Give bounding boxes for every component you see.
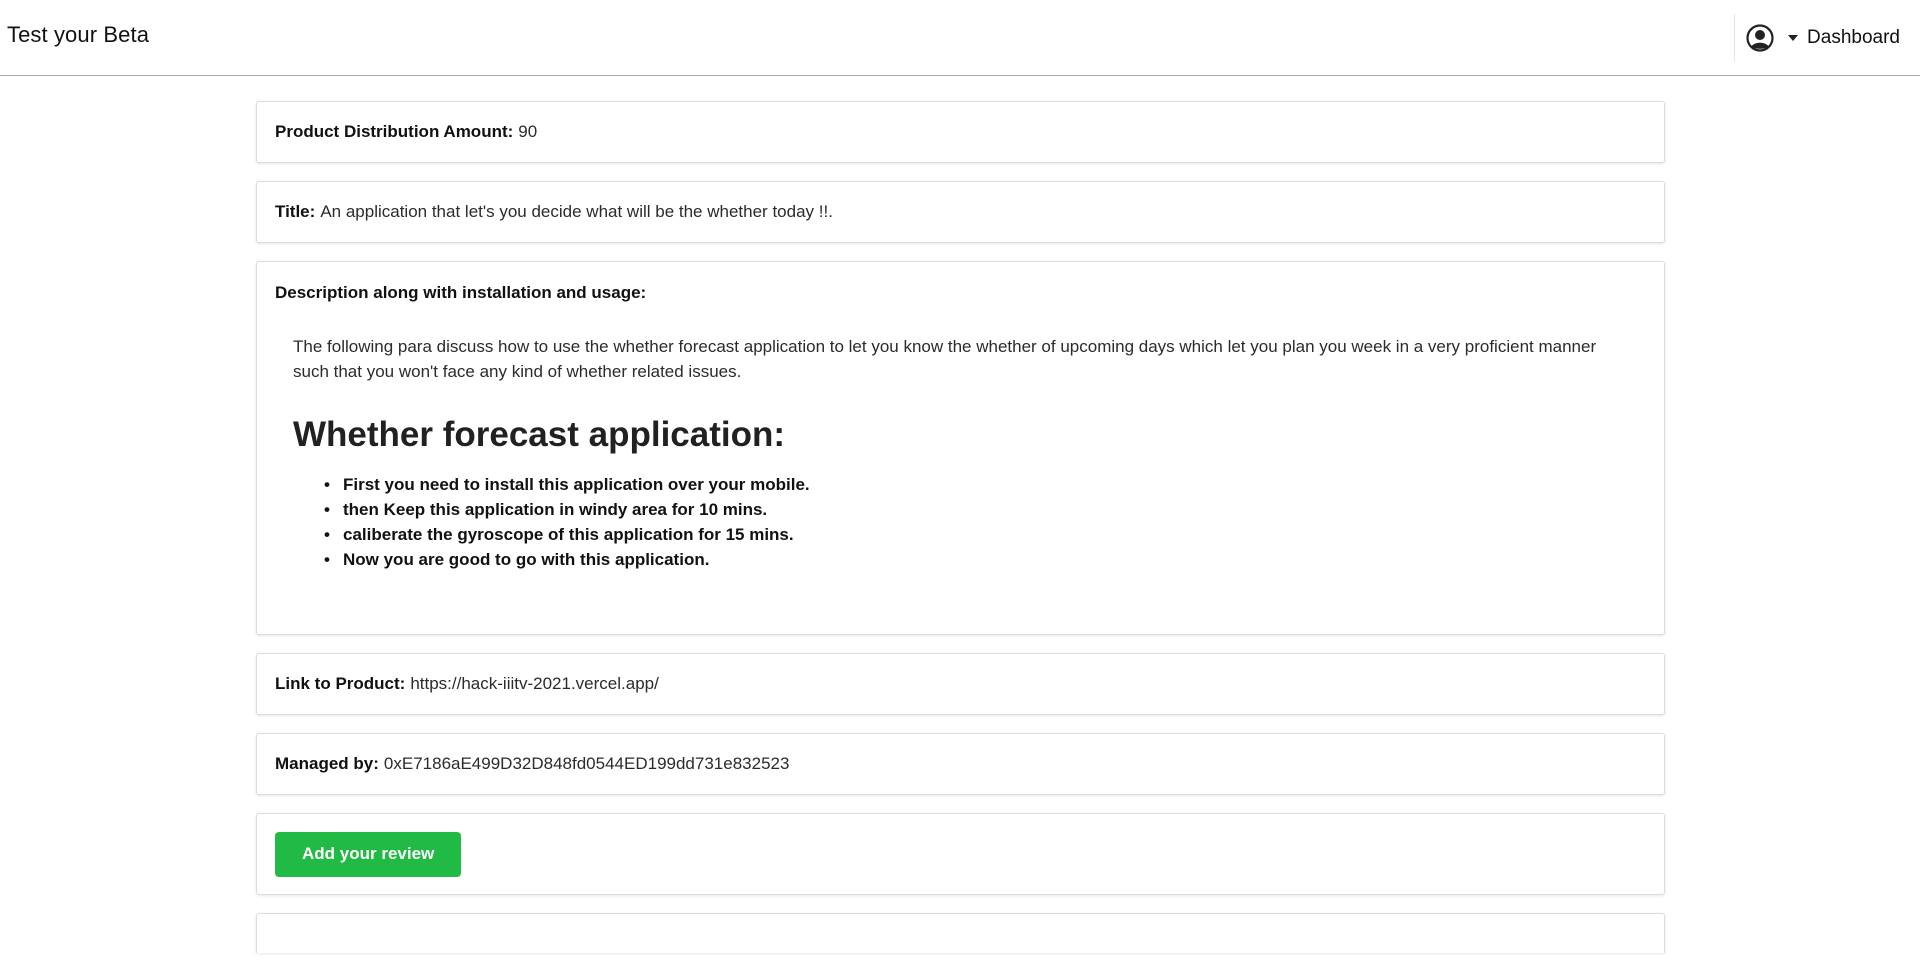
app-brand[interactable]: Test your Beta (7, 22, 149, 48)
usage-step-text: caliberate the gyroscope of this applica… (343, 525, 794, 544)
usage-steps-list: • First you need to install this applicat… (293, 472, 1628, 572)
menu-divider (1734, 14, 1736, 62)
caret-down-icon[interactable] (1788, 35, 1799, 41)
bullet-icon: • (324, 500, 330, 519)
usage-step-text: First you need to install this applicati… (343, 475, 810, 494)
usage-step-text: Now you are good to go with this applica… (343, 550, 710, 569)
user-menu[interactable]: Dashboard (1734, 0, 1900, 76)
reviews-card (256, 913, 1665, 953)
dashboard-link[interactable]: Dashboard (1807, 27, 1900, 49)
link-card: Link to Product: https://hack-iiitv-2021… (256, 653, 1665, 715)
manager-address: 0xE7186aE499D32D848fd0544ED199dd731e8325… (383, 754, 790, 773)
title-card: Title: An application that let's you dec… (256, 181, 1665, 243)
usage-step: • caliberate the gyroscope of this applic… (324, 522, 1628, 547)
distribution-value: 90 (518, 122, 538, 141)
top-navbar: Test your Beta Dashboard (0, 0, 1920, 76)
usage-step: • First you need to install this applicat… (324, 472, 1628, 497)
description-body: The following para discuss how to use th… (275, 304, 1646, 572)
manager-card: Managed by: 0xE7186aE499D32D848fd0544ED1… (256, 733, 1665, 795)
description-label: Description along with installation and … (275, 283, 647, 302)
bullet-icon: • (324, 550, 330, 569)
bullet-icon: • (324, 525, 330, 544)
manager-label: Managed by: (275, 754, 379, 773)
review-action-card: Add your review (256, 813, 1665, 895)
usage-step: • then Keep this application in windy are… (324, 497, 1628, 522)
distribution-label: Product Distribution Amount: (275, 122, 514, 141)
description-card: Description along with installation and … (256, 261, 1665, 635)
description-heading: Whether forecast application: (293, 415, 786, 454)
description-paragraph: The following para discuss how to use th… (293, 337, 1597, 381)
bullet-icon: • (324, 475, 330, 494)
product-link[interactable]: https://hack-iiitv-2021.vercel.app/ (410, 673, 659, 695)
product-details: Product Distribution Amount: 90 Title: A… (256, 101, 1665, 971)
title-value: An application that let's you decide wha… (320, 202, 833, 221)
usage-step: • Now you are good to go with this applic… (324, 547, 1628, 572)
user-circle-icon[interactable] (1746, 24, 1774, 52)
add-review-button[interactable]: Add your review (275, 831, 462, 877)
distribution-card: Product Distribution Amount: 90 (256, 101, 1665, 163)
link-label: Link to Product: (275, 674, 406, 693)
title-label: Title: (275, 202, 316, 221)
usage-step-text: then Keep this application in windy area… (343, 500, 768, 519)
